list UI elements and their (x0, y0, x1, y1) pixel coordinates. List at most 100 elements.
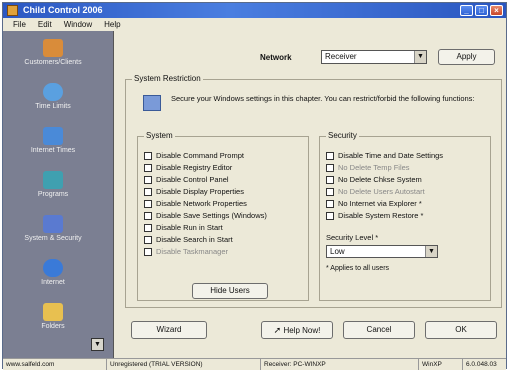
checkbox[interactable] (144, 164, 152, 173)
status-website: www.salfeld.com (3, 359, 107, 370)
security-level-select[interactable]: Low ▼ (326, 245, 438, 258)
checkbox-label: No Delete Chkse System (338, 175, 422, 184)
security-level-value: Low (330, 247, 345, 256)
sidebar-scroll-down-button[interactable]: ▼ (91, 338, 104, 351)
close-button[interactable]: × (490, 5, 503, 16)
checkbox[interactable] (326, 176, 334, 185)
help-now-label: Help Now! (283, 326, 321, 335)
checkbox-label: No Delete Users Autostart (338, 187, 425, 196)
status-registration: Unregistered (TRIAL VERSION) (107, 359, 261, 370)
checkbox-no-delete-temp-files[interactable]: No Delete Temp Files (326, 163, 410, 173)
sidebar-item-system-security[interactable]: System & Security (3, 215, 103, 242)
checkbox[interactable] (326, 200, 334, 209)
clock-icon (43, 83, 63, 101)
checkbox[interactable] (144, 236, 152, 245)
network-select[interactable]: Receiver ▼ (321, 50, 427, 64)
menu-file[interactable]: File (13, 18, 26, 31)
checkbox-label: Disable Save Settings (Windows) (156, 211, 267, 220)
sidebar-item-label: Programs (37, 191, 69, 198)
folder-icon (43, 303, 63, 321)
checkbox-label: Disable Command Prompt (156, 151, 244, 160)
sidebar-item-time-limits[interactable]: Time Limits (3, 83, 103, 110)
checkbox-label: No Internet via Explorer * (338, 199, 422, 208)
menu-help[interactable]: Help (104, 18, 120, 31)
checkbox-disable-registry-editor[interactable]: Disable Registry Editor (144, 163, 232, 173)
restriction-description: Secure your Windows settings in this cha… (171, 94, 475, 103)
monitor-icon (43, 127, 63, 145)
wizard-button[interactable]: Wizard (131, 321, 207, 339)
checkbox[interactable] (144, 248, 152, 257)
checkbox-label: Disable System Restore * (338, 211, 424, 220)
sidebar-item-programs[interactable]: Programs (3, 171, 103, 198)
menu-bar: File Edit Window Help (3, 18, 506, 31)
sidebar-item-customers[interactable]: Customers/Clients (3, 39, 103, 66)
globe-icon (43, 259, 63, 277)
checkbox-disable-time-date[interactable]: Disable Time and Date Settings (326, 151, 443, 161)
sidebar-item-label: Time Limits (35, 103, 71, 110)
checkbox-disable-display-properties[interactable]: Disable Display Properties (144, 187, 244, 197)
security-level-label: Security Level * (326, 233, 379, 242)
checkbox-no-delete-chkse-system[interactable]: No Delete Chkse System (326, 175, 422, 185)
chevron-down-icon: ▼ (414, 51, 426, 63)
checkbox[interactable] (144, 212, 152, 221)
checkbox-label: No Delete Temp Files (338, 163, 410, 172)
chevron-down-icon: ▼ (425, 246, 437, 257)
checkbox-disable-save-settings[interactable]: Disable Save Settings (Windows) (144, 211, 267, 221)
status-receiver: Receiver: PC-WINXP (261, 359, 419, 370)
checkbox-no-delete-users-autostart[interactable]: No Delete Users Autostart (326, 187, 425, 197)
sidebar-item-folders[interactable]: Folders (3, 303, 103, 330)
main-window: Child Control 2006 _ □ × File Edit Windo… (2, 2, 507, 370)
hide-users-button[interactable]: Hide Users (192, 283, 268, 299)
shield-icon (43, 215, 63, 233)
ok-button[interactable]: OK (425, 321, 497, 339)
checkbox[interactable] (326, 164, 334, 173)
checkbox-label: Disable Time and Date Settings (338, 151, 444, 160)
people-icon (43, 39, 63, 57)
cancel-button[interactable]: Cancel (343, 321, 415, 339)
shield-icon (143, 95, 161, 111)
checkbox[interactable] (144, 188, 152, 197)
checkbox-disable-taskmanager[interactable]: Disable Taskmanager (144, 247, 228, 257)
checkbox-disable-run-in-start[interactable]: Disable Run in Start (144, 223, 223, 233)
maximize-button[interactable]: □ (475, 5, 488, 16)
menu-edit[interactable]: Edit (38, 18, 52, 31)
checkbox[interactable] (326, 188, 334, 197)
sidebar-item-internet[interactable]: Internet (3, 259, 103, 286)
checkbox-disable-system-restore[interactable]: Disable System Restore * (326, 211, 423, 221)
status-version: 6.0.048.03 (466, 361, 497, 368)
minimize-button[interactable]: _ (460, 5, 473, 16)
checkbox-disable-command-prompt[interactable]: Disable Command Prompt (144, 151, 244, 161)
apply-button[interactable]: Apply (438, 49, 495, 65)
status-bar: www.salfeld.com Unregistered (TRIAL VERS… (3, 358, 506, 370)
security-note: * Applies to all users (326, 265, 390, 272)
checkbox-label: Disable Run in Start (156, 223, 223, 232)
system-restriction-title: System Restriction (132, 74, 203, 83)
checkbox[interactable] (144, 152, 152, 161)
checkbox[interactable] (144, 224, 152, 233)
status-os: WinXP (419, 359, 463, 370)
system-group-title: System (144, 131, 175, 140)
window-controls: _ □ × (460, 5, 503, 16)
title-bar: Child Control 2006 _ □ × (3, 3, 506, 18)
checkbox-disable-search-in-start[interactable]: Disable Search in Start (144, 235, 233, 245)
checkbox[interactable] (144, 200, 152, 209)
checkbox-label: Disable Control Panel (156, 175, 229, 184)
window-title: Child Control 2006 (23, 5, 103, 15)
checkbox-label: Disable Taskmanager (156, 247, 228, 256)
sidebar-item-label: Folders (41, 323, 65, 330)
checkbox[interactable] (326, 212, 334, 221)
checkbox-label: Disable Registry Editor (156, 163, 233, 172)
network-label: Network (260, 53, 292, 62)
checkbox-disable-control-panel[interactable]: Disable Control Panel (144, 175, 229, 185)
sidebar-item-label: System & Security (24, 235, 82, 242)
checkbox-label: Disable Display Properties (156, 187, 244, 196)
sidebar-item-internet-times[interactable]: Internet Times (3, 127, 103, 154)
checkbox-no-internet-via-explorer[interactable]: No Internet via Explorer * (326, 199, 422, 209)
checkbox-label: Disable Network Properties (156, 199, 247, 208)
system-group: System Disable Command Prompt Disable Re… (137, 131, 309, 301)
menu-window[interactable]: Window (64, 18, 92, 31)
checkbox[interactable] (144, 176, 152, 185)
help-now-button[interactable]: ➚ Help Now! (261, 321, 333, 339)
checkbox[interactable] (326, 152, 334, 161)
checkbox-disable-network-properties[interactable]: Disable Network Properties (144, 199, 247, 209)
